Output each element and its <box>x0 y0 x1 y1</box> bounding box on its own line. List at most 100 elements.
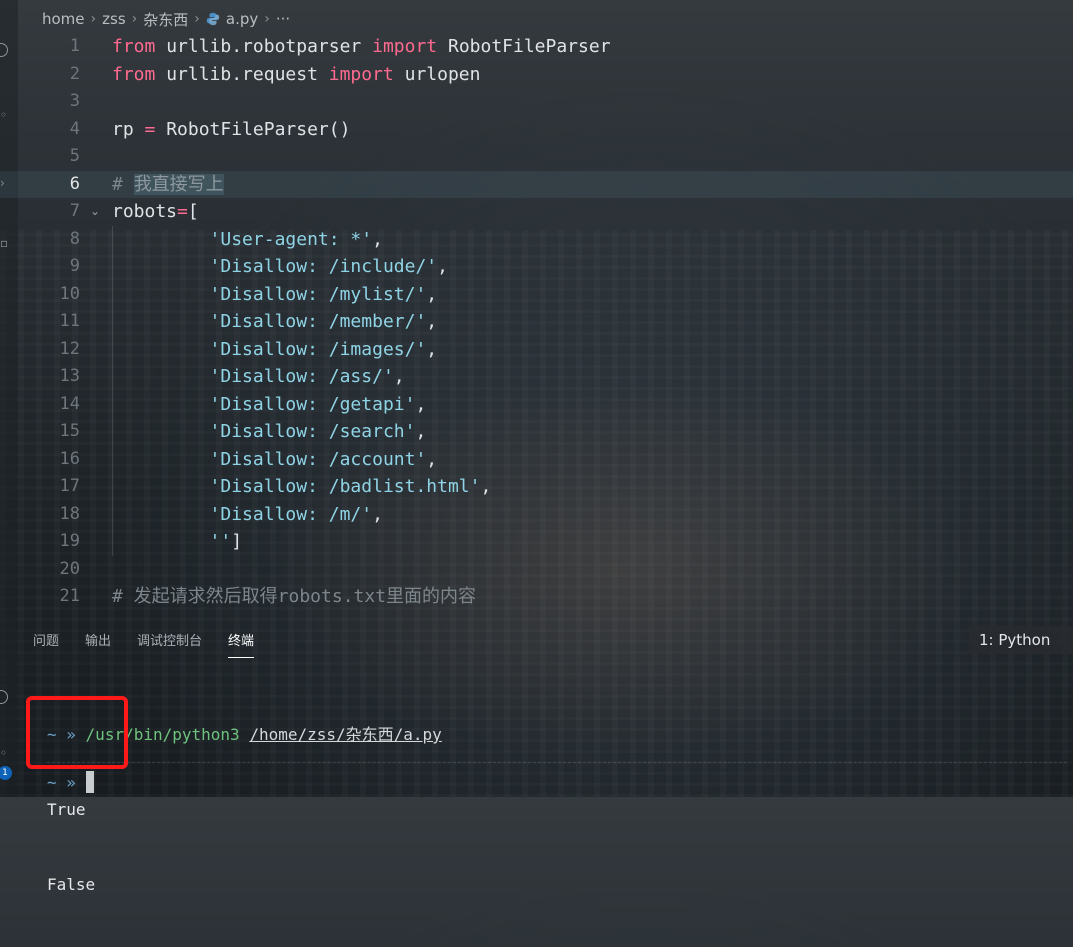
code-text: 'Disallow: /getapi', <box>112 391 427 419</box>
line-number: 5 <box>69 146 80 166</box>
code-token: , <box>415 421 427 442</box>
indent-guide <box>112 225 113 556</box>
code-text: 'Disallow: /mylist/', <box>112 281 438 309</box>
code-editor[interactable]: 1 from urllib.robotparser import RobotFil… <box>0 33 1073 611</box>
code-line[interactable]: 16 'Disallow: /account', <box>0 446 1073 474</box>
line-number: 7 <box>69 201 80 221</box>
breadcrumb-file[interactable]: a.py <box>226 10 258 28</box>
tab-output[interactable]: 输出 <box>72 620 124 660</box>
code-token: robots <box>112 201 178 222</box>
breadcrumb-more[interactable]: ··· <box>276 10 290 28</box>
line-number: 2 <box>69 63 80 84</box>
code-token: , <box>372 228 383 250</box>
line-number: 10 <box>59 283 80 304</box>
chevron-right-icon: › <box>131 11 138 27</box>
code-line[interactable]: 7 ⌄ robots=[ <box>0 198 1073 226</box>
panel-tabs: 问题 输出 调试控制台 终端 <box>20 620 267 660</box>
code-line[interactable]: 10 'Disallow: /mylist/', <box>0 281 1073 309</box>
code-text: robots=[ <box>112 198 199 226</box>
line-number: 15 <box>59 421 80 441</box>
line-number: 4 <box>69 118 80 139</box>
code-text: 'Disallow: /images/', <box>112 336 438 364</box>
terminal-output-false: False <box>47 875 96 894</box>
code-text: # 发起请求然后取得robots.txt里面的内容 <box>112 583 476 611</box>
code-text: 'Disallow: /include/', <box>112 253 448 281</box>
code-line[interactable]: 1 from urllib.robotparser import RobotFil… <box>0 33 1073 61</box>
code-line[interactable]: 15 'Disallow: /search', <box>0 418 1073 446</box>
code-token: # <box>112 173 134 195</box>
code-token: , <box>393 366 405 387</box>
code-line[interactable]: 20 <box>0 556 1073 584</box>
code-text: 'User-agent: *', <box>112 226 383 254</box>
code-line[interactable]: 2 from urllib.request import urlopen <box>0 61 1073 89</box>
tab-terminal[interactable]: 终端 <box>215 620 267 660</box>
code-token: 'Disallow: /getapi' <box>209 393 416 415</box>
code-token: urllib.robotparser <box>155 36 373 57</box>
terminal-script-link[interactable]: /home/zss/杂东西/a.py <box>249 725 442 744</box>
account-icon[interactable] <box>0 690 8 704</box>
code-line[interactable]: 6 # 我直接写上 <box>0 170 1073 198</box>
code-token: 'Disallow: /search' <box>209 421 416 442</box>
code-line[interactable]: 3 <box>0 88 1073 116</box>
code-token: rp <box>112 118 145 140</box>
line-number: 18 <box>59 503 80 524</box>
code-token: 'Disallow: /images/' <box>209 338 427 360</box>
code-line[interactable]: 17 'Disallow: /badlist.html', <box>0 473 1073 501</box>
code-token: [ <box>187 201 199 222</box>
code-line[interactable]: 19 ''] <box>0 528 1073 556</box>
chevron-right-icon: › <box>90 11 97 27</box>
terminal-select[interactable]: 1: Python <box>969 626 1073 654</box>
settings-gear-icon[interactable]: ◦ <box>0 746 7 760</box>
breadcrumb-home[interactable]: home <box>42 10 85 28</box>
terminal-input-line[interactable]: ~ » <box>47 770 94 795</box>
code-line[interactable]: 4 rp = RobotFileParser() <box>0 116 1073 144</box>
tab-problems[interactable]: 问题 <box>20 620 72 660</box>
code-token: , <box>426 338 438 360</box>
terminal-divider <box>47 762 1067 763</box>
code-token: RobotFileParser() <box>155 118 351 140</box>
line-number: 1 <box>69 36 80 56</box>
breadcrumb-zss[interactable]: zss <box>102 10 126 28</box>
code-line[interactable]: 11 'Disallow: /member/', <box>0 308 1073 336</box>
code-line[interactable]: 14 'Disallow: /getapi', <box>0 391 1073 419</box>
fold-chevron-icon[interactable]: ⌄ <box>90 198 100 226</box>
code-line[interactable]: 12 'Disallow: /images/', <box>0 336 1073 364</box>
code-token: 'Disallow: /badlist.html' <box>209 476 481 497</box>
code-token: 我直接写上 <box>133 173 224 195</box>
line-number: 8 <box>69 228 80 249</box>
code-line[interactable]: 9 'Disallow: /include/', <box>0 253 1073 281</box>
code-token: , <box>415 393 427 415</box>
code-text: 'Disallow: /badlist.html', <box>112 473 492 501</box>
code-token: urllib.request <box>155 63 329 85</box>
code-token: 'User-agent: *' <box>209 228 373 250</box>
code-token: 'Disallow: /mylist/' <box>209 283 427 305</box>
line-number: 13 <box>59 366 80 386</box>
code-token: 'Disallow: /include/' <box>209 256 438 277</box>
code-line[interactable]: 5 <box>0 143 1073 171</box>
code-text: 'Disallow: /account', <box>112 446 438 474</box>
code-line[interactable]: 13 'Disallow: /ass/', <box>0 363 1073 391</box>
code-token: , <box>372 503 383 525</box>
tab-debug-console[interactable]: 调试控制台 <box>124 620 215 660</box>
code-line[interactable]: 18 'Disallow: /m/', <box>0 501 1073 529</box>
code-token: , <box>426 311 438 332</box>
code-token: , <box>426 283 438 305</box>
line-number: 6 <box>69 173 80 194</box>
line-number: 11 <box>59 311 80 331</box>
breadcrumb-folder[interactable]: 杂东西 <box>143 9 188 30</box>
line-number: 14 <box>59 393 80 414</box>
code-line[interactable]: 21 # 发起请求然后取得robots.txt里面的内容 <box>0 583 1073 611</box>
code-line[interactable]: 8 'User-agent: *', <box>0 226 1073 254</box>
code-text: from urllib.robotparser import RobotFile… <box>112 33 611 61</box>
code-token: , <box>480 476 492 497</box>
